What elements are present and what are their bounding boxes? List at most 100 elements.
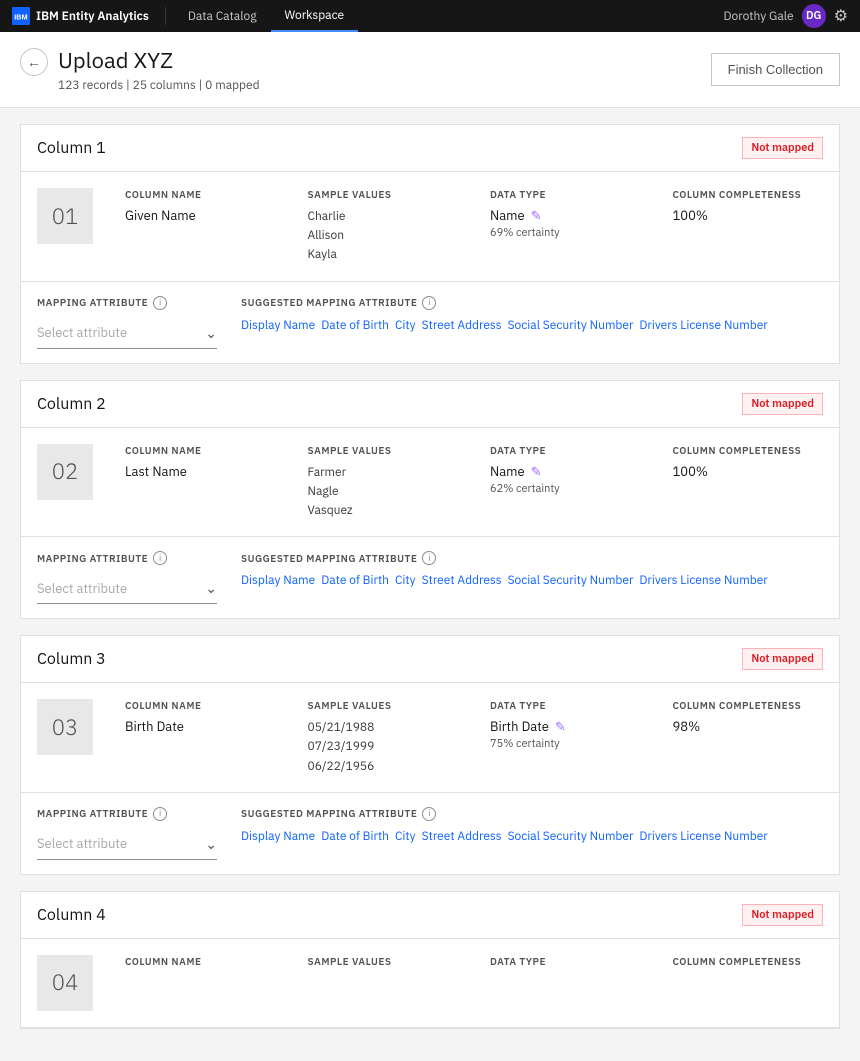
nav-data-catalog[interactable]: Data Catalog bbox=[174, 0, 271, 32]
suggested-tags-2: Display Name Date of Birth City Street Addr… bbox=[241, 573, 823, 588]
col-datatype-field-1: DATA TYPE Name ✎ 69% certainty bbox=[490, 188, 641, 240]
suggested-tag[interactable]: Drivers License Number bbox=[639, 829, 767, 844]
column-header-4: Column 4 Not mapped bbox=[21, 892, 839, 939]
col-samples-field-2: SAMPLE VALUES FarmerNagleVasquez bbox=[308, 444, 459, 521]
finish-collection-button[interactable]: Finish Collection bbox=[711, 53, 840, 86]
nav-right: Dorothy Gale DG ⚙ bbox=[723, 4, 848, 28]
mapping-attr-select-2[interactable]: Select attribute ⌄ bbox=[37, 573, 217, 604]
suggested-tag[interactable]: Street Address bbox=[422, 829, 502, 844]
suggested-label-2: SUGGESTED MAPPING ATTRIBUTE bbox=[241, 552, 417, 565]
suggested-info-icon-3[interactable]: i bbox=[422, 807, 436, 821]
page-title-block: Upload XYZ 123 records | 25 columns | 0 … bbox=[58, 46, 260, 93]
column-card-3: Column 3 Not mapped 03 COLUMN NAME Birth… bbox=[20, 635, 840, 875]
data-type-edit-icon-1[interactable]: ✎ bbox=[531, 207, 542, 224]
column-data-row-3: 03 COLUMN NAME Birth Date SAMPLE VALUES … bbox=[21, 683, 839, 793]
column-data-row-2: 02 COLUMN NAME Last Name SAMPLE VALUES F… bbox=[21, 428, 839, 538]
data-type-name-1: Name bbox=[490, 207, 525, 224]
column-card-2: Column 2 Not mapped 02 COLUMN NAME Last … bbox=[20, 380, 840, 620]
suggested-tags-1: Display Name Date of Birth City Street Addr… bbox=[241, 318, 823, 333]
data-type-edit-icon-2[interactable]: ✎ bbox=[531, 463, 542, 480]
main-content: Column 1 Not mapped 01 COLUMN NAME Given… bbox=[0, 108, 860, 1061]
col-completeness-field-2: COLUMN COMPLETENESS 100% bbox=[673, 444, 824, 480]
col-samples-value-2: FarmerNagleVasquez bbox=[308, 463, 459, 521]
avatar[interactable]: DG bbox=[802, 4, 826, 28]
suggested-tag[interactable]: Social Security Number bbox=[508, 829, 634, 844]
col-completeness-field-3: COLUMN COMPLETENESS 98% bbox=[673, 699, 824, 735]
suggested-tag[interactable]: Display Name bbox=[241, 829, 315, 844]
column-data-row-1: 01 COLUMN NAME Given Name SAMPLE VALUES … bbox=[21, 172, 839, 282]
not-mapped-badge-1: Not mapped bbox=[742, 137, 823, 159]
mapping-attr-label-1: MAPPING ATTRIBUTE bbox=[37, 296, 148, 309]
col-number-3: 03 bbox=[37, 699, 93, 755]
col-samples-value-1: CharlieAllisonKayla bbox=[308, 207, 459, 265]
page-title: Upload XYZ bbox=[58, 46, 260, 75]
column-title-4: Column 4 bbox=[37, 905, 106, 925]
chevron-down-icon-1: ⌄ bbox=[205, 324, 217, 342]
col-name-value-1: Given Name bbox=[125, 207, 276, 224]
suggested-tag[interactable]: Street Address bbox=[422, 573, 502, 588]
mapping-row-3: MAPPING ATTRIBUTE i Select attribute ⌄ S… bbox=[21, 793, 839, 874]
mapping-attr-info-icon-1[interactable]: i bbox=[153, 296, 167, 310]
suggested-label-3: SUGGESTED MAPPING ATTRIBUTE bbox=[241, 807, 417, 820]
col-number-2: 02 bbox=[37, 444, 93, 500]
mapping-row-2: MAPPING ATTRIBUTE i Select attribute ⌄ S… bbox=[21, 537, 839, 618]
column-card-4: Column 4 Not mapped 04 COLUMN NAME SAMPL… bbox=[20, 891, 840, 1029]
col-completeness-field-4: COLUMN COMPLETENESS bbox=[673, 955, 824, 974]
mapping-attr-select-3[interactable]: Select attribute ⌄ bbox=[37, 829, 217, 860]
suggested-tag[interactable]: City bbox=[395, 573, 416, 588]
suggested-tag[interactable]: Date of Birth bbox=[321, 573, 389, 588]
mapping-attr-select-1[interactable]: Select attribute ⌄ bbox=[37, 318, 217, 349]
suggested-tag[interactable]: Display Name bbox=[241, 573, 315, 588]
data-type-edit-icon-3[interactable]: ✎ bbox=[555, 718, 566, 735]
top-nav: IBM IBM Entity Analytics Data Catalog Wo… bbox=[0, 0, 860, 32]
suggested-tag[interactable]: Social Security Number bbox=[508, 318, 634, 333]
col-completeness-value-1: 100% bbox=[673, 207, 824, 224]
column-header-2: Column 2 Not mapped bbox=[21, 381, 839, 428]
col-name-value-2: Last Name bbox=[125, 463, 276, 480]
ibm-icon: IBM bbox=[12, 7, 30, 25]
col-name-field-3: COLUMN NAME Birth Date bbox=[125, 699, 276, 735]
mapping-attr-info-icon-3[interactable]: i bbox=[153, 807, 167, 821]
mapping-attr-section-1: MAPPING ATTRIBUTE i Select attribute ⌄ bbox=[37, 296, 217, 349]
brand-label: IBM Entity Analytics bbox=[36, 9, 149, 24]
col-samples-value-3: 05/21/198807/23/199906/22/1956 bbox=[308, 718, 459, 776]
suggested-tag[interactable]: Street Address bbox=[422, 318, 502, 333]
svg-text:IBM: IBM bbox=[14, 12, 27, 21]
col-name-field-1: COLUMN NAME Given Name bbox=[125, 188, 276, 224]
suggested-tag[interactable]: City bbox=[395, 829, 416, 844]
column-card-1: Column 1 Not mapped 01 COLUMN NAME Given… bbox=[20, 124, 840, 364]
suggested-tag[interactable]: City bbox=[395, 318, 416, 333]
certainty-3: 75% certainty bbox=[490, 737, 641, 751]
nav-settings-icon[interactable]: ⚙ bbox=[834, 6, 848, 26]
suggested-tag[interactable]: Date of Birth bbox=[321, 829, 389, 844]
brand: IBM IBM Entity Analytics bbox=[12, 7, 166, 25]
suggested-tags-3: Display Name Date of Birth City Street Addr… bbox=[241, 829, 823, 844]
suggested-tag[interactable]: Drivers License Number bbox=[639, 573, 767, 588]
suggested-info-icon-2[interactable]: i bbox=[422, 551, 436, 565]
col-completeness-value-3: 98% bbox=[673, 718, 824, 735]
mapping-attr-section-3: MAPPING ATTRIBUTE i Select attribute ⌄ bbox=[37, 807, 217, 860]
suggested-tag[interactable]: Display Name bbox=[241, 318, 315, 333]
nav-workspace[interactable]: Workspace bbox=[271, 0, 359, 32]
mapping-attr-info-icon-2[interactable]: i bbox=[153, 551, 167, 565]
back-button[interactable]: ← bbox=[20, 48, 48, 76]
col-number-4: 04 bbox=[37, 955, 93, 1011]
certainty-1: 69% certainty bbox=[490, 226, 641, 240]
column-data-row-4: 04 COLUMN NAME SAMPLE VALUES DATA TYPE C… bbox=[21, 939, 839, 1028]
select-placeholder-2: Select attribute bbox=[37, 580, 205, 597]
column-title-1: Column 1 bbox=[37, 138, 106, 158]
suggested-tag[interactable]: Drivers License Number bbox=[639, 318, 767, 333]
nav-links: Data Catalog Workspace bbox=[174, 0, 358, 32]
suggested-info-icon-1[interactable]: i bbox=[422, 296, 436, 310]
select-placeholder-1: Select attribute bbox=[37, 324, 205, 341]
suggested-tag[interactable]: Date of Birth bbox=[321, 318, 389, 333]
suggested-tag[interactable]: Social Security Number bbox=[508, 573, 634, 588]
column-title-2: Column 2 bbox=[37, 394, 106, 414]
col-samples-field-3: SAMPLE VALUES 05/21/198807/23/199906/22/… bbox=[308, 699, 459, 776]
nav-username: Dorothy Gale bbox=[723, 9, 793, 24]
page-subtitle: 123 records | 25 columns | 0 mapped bbox=[58, 78, 260, 93]
suggested-attr-section-3: SUGGESTED MAPPING ATTRIBUTE i Display Na… bbox=[241, 807, 823, 844]
column-header-3: Column 3 Not mapped bbox=[21, 636, 839, 683]
chevron-down-icon-3: ⌄ bbox=[205, 835, 217, 853]
col-datatype-field-2: DATA TYPE Name ✎ 62% certainty bbox=[490, 444, 641, 496]
